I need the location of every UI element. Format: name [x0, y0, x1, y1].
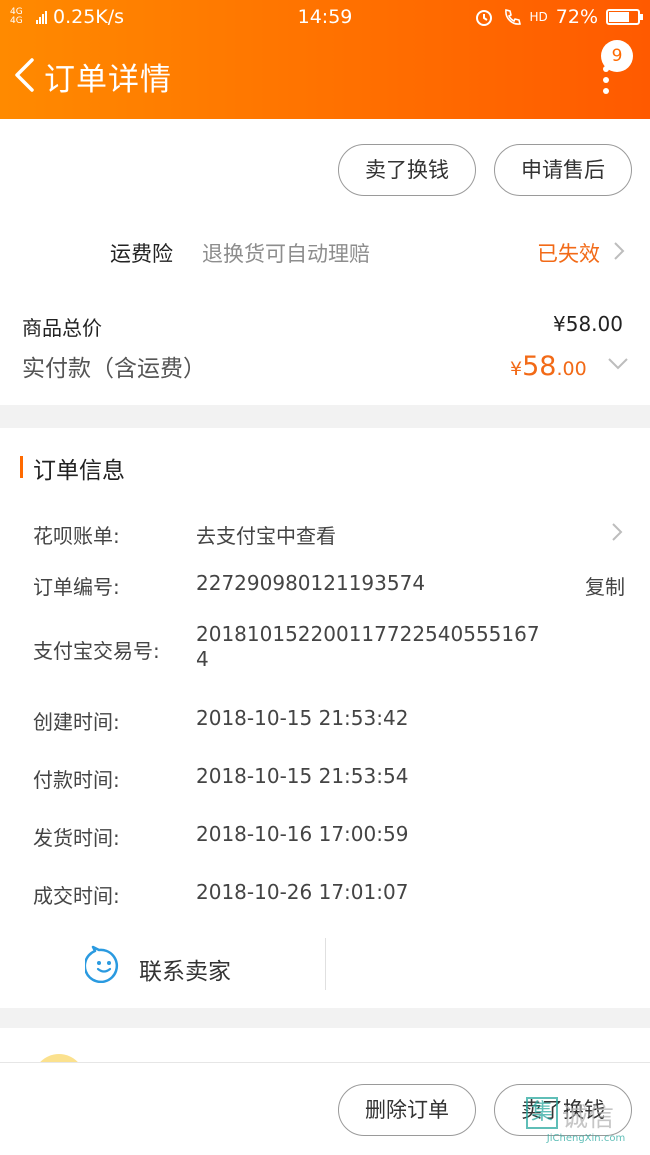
back-icon[interactable] [12, 57, 36, 93]
total-value: ¥58.00 [553, 312, 623, 336]
paid-integer: 58 [522, 351, 557, 382]
info-label: 付款时间: [33, 768, 120, 792]
order-summary-card: 卖了换钱 申请售后 运费险 退换货可自动理赔 已失效 商品总价 ¥58.00 实… [0, 119, 650, 405]
message-badge[interactable]: 9 [601, 40, 633, 72]
page-title: 订单详情 [44, 62, 172, 98]
battery-percent: 72% [555, 6, 598, 28]
order-number: 227290980121193574 [196, 571, 426, 595]
battery-icon [606, 9, 643, 25]
alipay-trade-number: 201810152200117722540555167 [196, 622, 540, 646]
watermark-box: 集 [526, 1097, 558, 1129]
battery-level [609, 12, 629, 22]
copy-button[interactable]: 复制 [585, 571, 625, 600]
info-label: 订单编号: [33, 575, 120, 599]
vertical-divider [325, 938, 326, 990]
info-value: 去支付宝中查看 [196, 524, 336, 548]
order-info-card: 订单信息 花呗账单: 去支付宝中查看 订单编号: 227290980121193… [0, 428, 650, 1008]
info-label: 花呗账单: [33, 524, 120, 548]
chevron-down-icon[interactable] [607, 357, 629, 371]
watermark-logo: 集 诚信 JiChengXin.com [526, 1097, 646, 1149]
info-label: 创建时间: [33, 710, 120, 734]
insurance-label: 运费险 [110, 242, 173, 266]
paid-decimal: .00 [556, 358, 587, 380]
info-value: 2018-10-15 21:53:42 [196, 706, 409, 730]
info-value: 2018-10-26 17:01:07 [196, 880, 409, 904]
after-sale-button[interactable]: 申请售后 [494, 144, 632, 196]
section-title: 订单信息 [33, 458, 125, 484]
app-header: 4G 4G 0.25K/s 14:59 HD 72% 订单详情 9 [0, 0, 650, 119]
watermark-url: JiChengXin.com [546, 1133, 626, 1144]
section-accent-bar [20, 456, 23, 478]
delete-order-button[interactable]: 删除订单 [338, 1084, 476, 1136]
call-icon [504, 9, 521, 25]
info-value: 2018-10-15 21:53:54 [196, 764, 409, 788]
info-label: 发货时间: [33, 826, 120, 850]
watermark-text: 诚信 [562, 1103, 615, 1133]
total-label: 商品总价 [22, 316, 102, 340]
sell-button[interactable]: 卖了换钱 [338, 144, 476, 196]
hd-label: HD [529, 10, 548, 24]
contact-seller-button[interactable]: 联系卖家 [139, 952, 231, 986]
info-label: 支付宝交易号: [33, 639, 160, 663]
paid-currency: ¥ [510, 358, 523, 380]
info-value: 2018-10-16 17:00:59 [196, 822, 409, 846]
insurance-status: 已失效 [537, 242, 600, 266]
paid-label: 实付款（含运费） [22, 356, 206, 382]
chevron-right-icon [614, 242, 625, 260]
status-bar: 4G 4G 0.25K/s 14:59 HD 72% [0, 0, 650, 36]
alipay-trade-number-cont: 4 [196, 647, 209, 671]
alarm-icon [475, 10, 492, 26]
chat-face-icon[interactable] [85, 945, 123, 983]
info-label: 成交时间: [33, 884, 120, 908]
status-right: HD 72% [474, 6, 643, 28]
chevron-right-icon [612, 523, 623, 541]
paid-amount[interactable]: ¥58.00 [510, 351, 587, 382]
insurance-desc: 退换货可自动理赔 [202, 242, 370, 266]
